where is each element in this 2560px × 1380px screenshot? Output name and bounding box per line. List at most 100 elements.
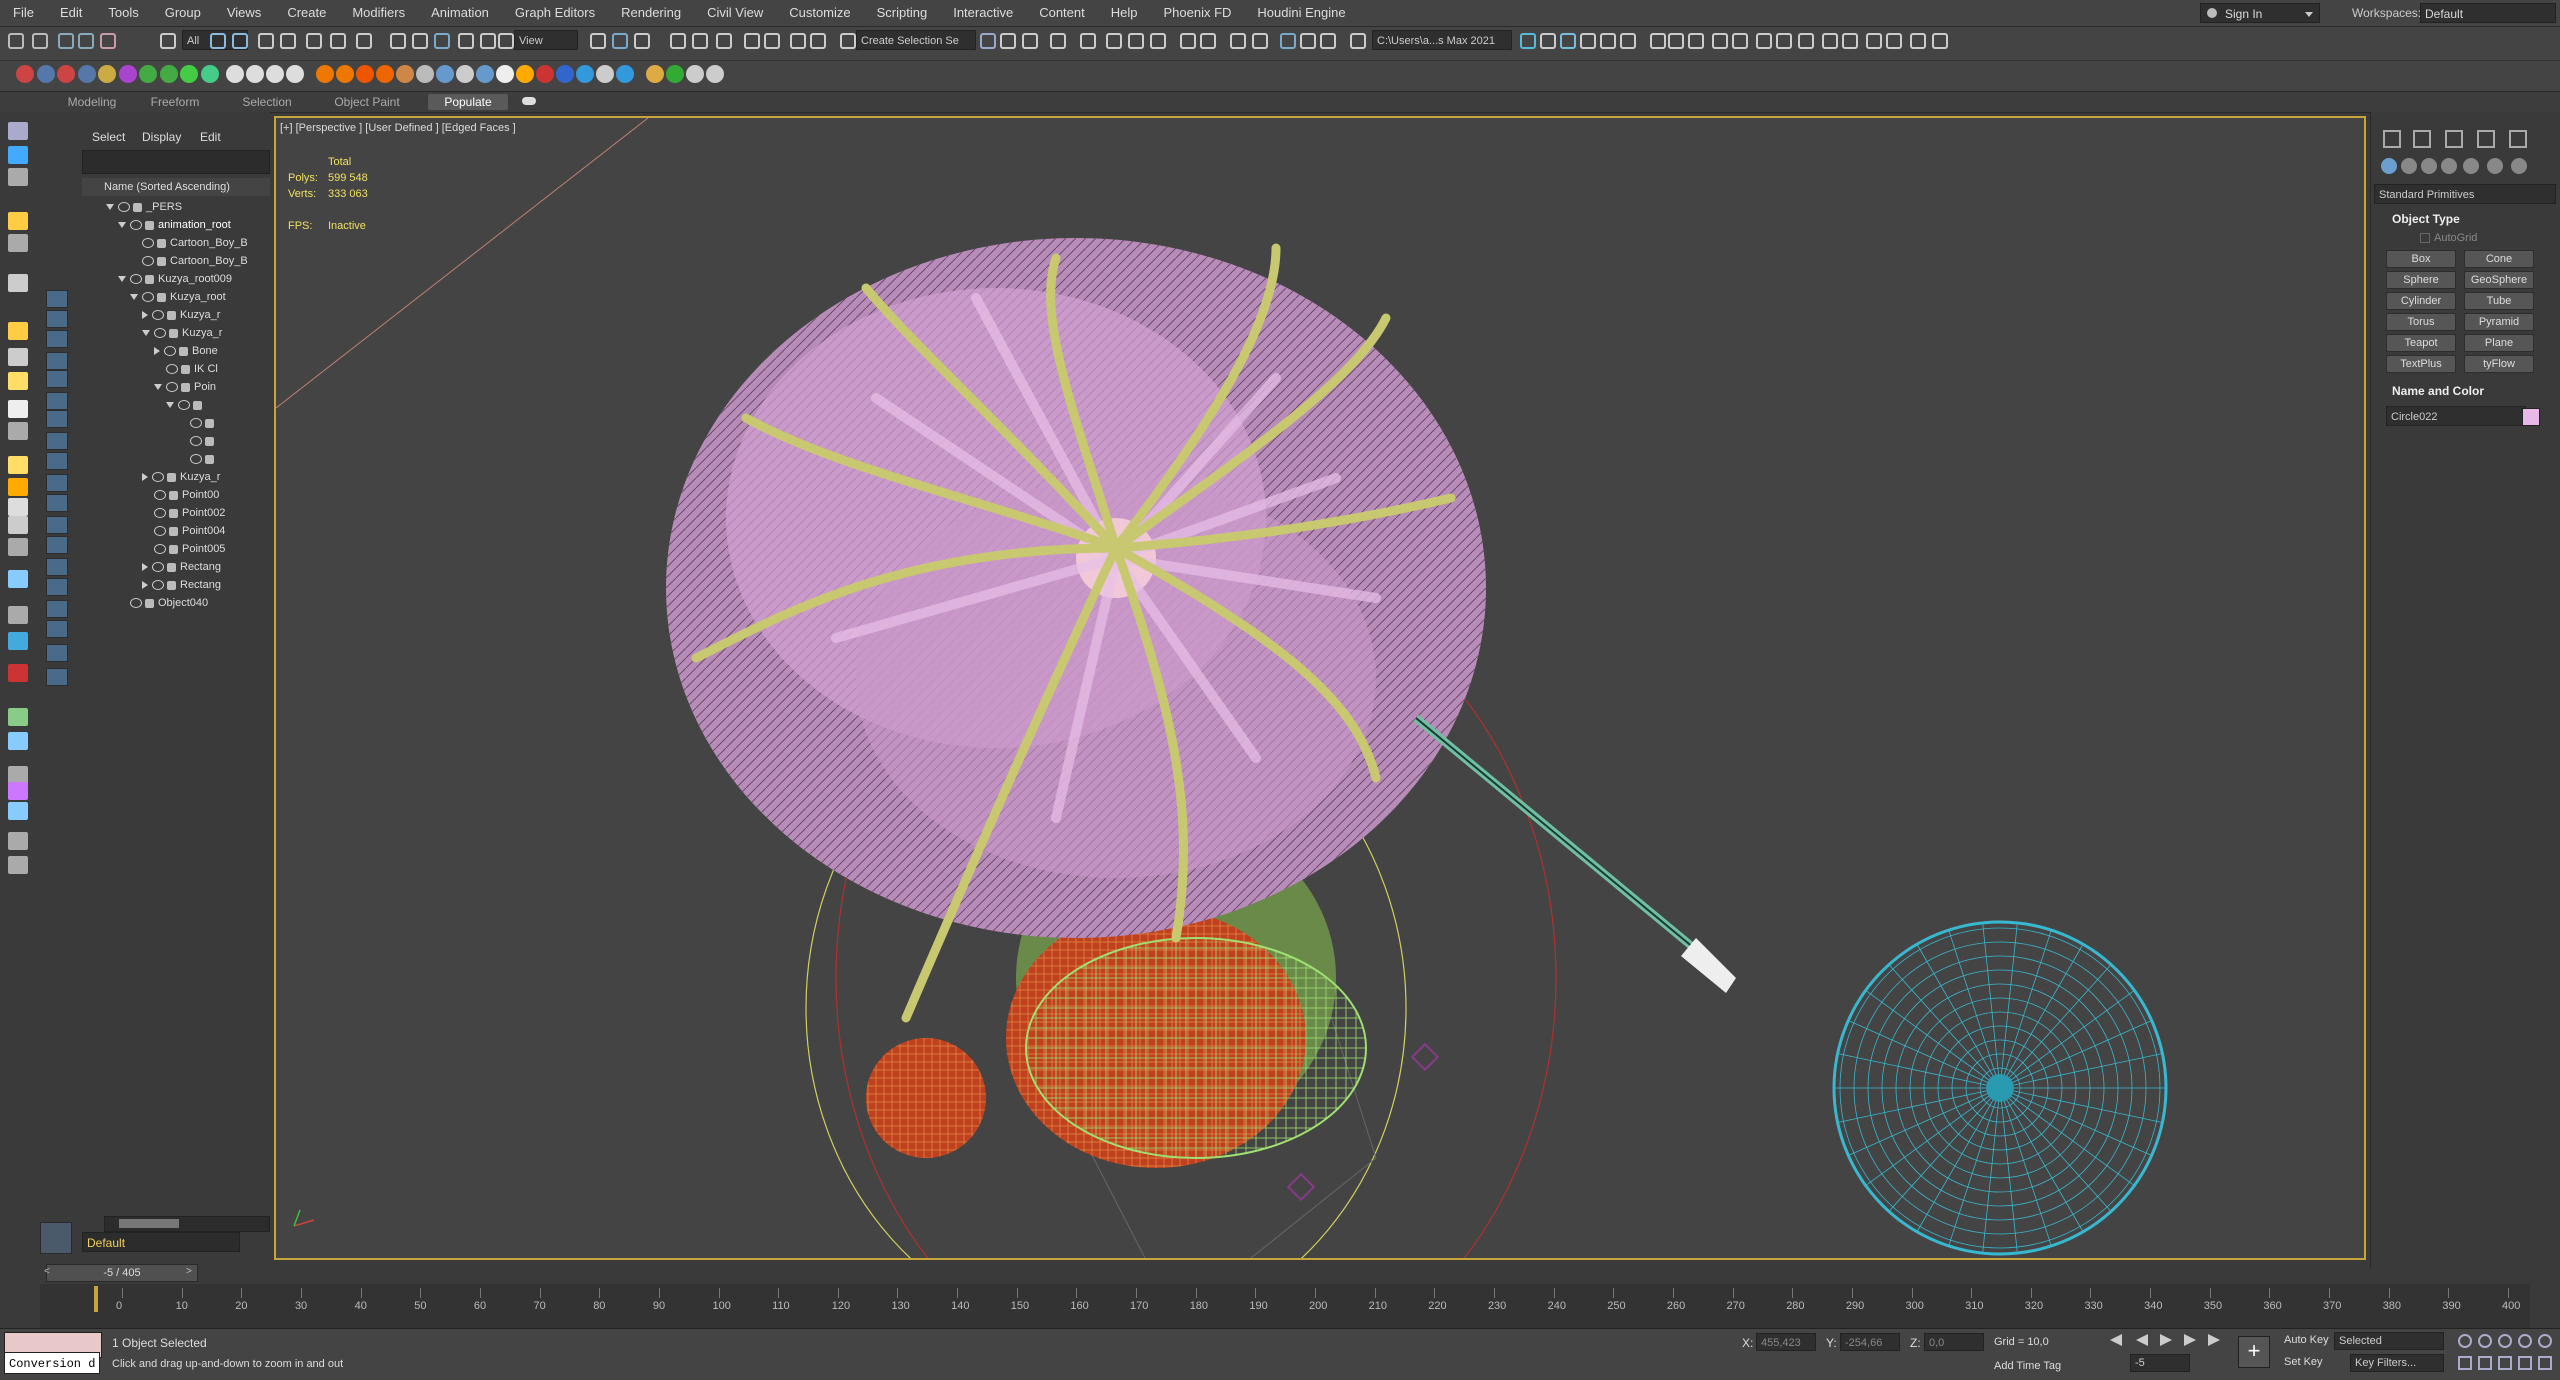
toolbar2-tool-icon[interactable] — [200, 65, 219, 83]
left-tool-icon[interactable] — [8, 538, 28, 556]
explorer-filter-icon[interactable] — [46, 578, 68, 596]
toolbar2-tool-icon[interactable] — [456, 65, 474, 83]
tree-row[interactable] — [178, 450, 218, 468]
maxscript-input[interactable]: Conversion d — [4, 1352, 100, 1374]
toolbar2-tool-icon[interactable] — [376, 65, 394, 83]
toolbar2-tool-icon[interactable] — [616, 65, 634, 83]
toolbar2-tool-icon[interactable] — [556, 65, 574, 83]
tree-row[interactable]: Kuzya_root — [130, 288, 226, 306]
sign-in-button[interactable]: Sign In — [2200, 3, 2320, 23]
explorer-filter-icon[interactable] — [46, 410, 68, 428]
toolbar-tool-icon[interactable] — [458, 33, 474, 49]
viewport-nav-icon[interactable] — [2538, 1356, 2552, 1370]
toolbar2-tool-icon[interactable] — [686, 65, 704, 83]
menu-views[interactable]: Views — [214, 0, 274, 26]
eye-icon[interactable] — [142, 238, 154, 249]
tree-row[interactable]: Bone — [154, 342, 218, 360]
create-tube-button[interactable]: Tube — [2464, 292, 2534, 310]
toolbar-tool-icon[interactable] — [1600, 33, 1616, 49]
toolbar-tool-icon[interactable] — [1798, 33, 1814, 49]
explorer-filter-icon[interactable] — [46, 474, 68, 492]
add-key-button[interactable]: + — [2238, 1336, 2270, 1368]
explorer-filter-icon[interactable] — [46, 536, 68, 554]
toolbar-tool-icon[interactable] — [1650, 33, 1666, 49]
viewport-nav-icon[interactable] — [2458, 1356, 2472, 1370]
explorer-filter-icon[interactable] — [46, 330, 68, 348]
tree-row[interactable] — [178, 432, 218, 450]
scene-scrollbar[interactable] — [104, 1216, 270, 1232]
toolbar-tool-icon[interactable] — [1886, 33, 1902, 49]
explorer-filter-icon[interactable] — [46, 600, 68, 618]
viewport-nav-icon[interactable] — [2518, 1356, 2532, 1370]
left-tool-icon[interactable] — [8, 274, 28, 292]
left-tool-icon[interactable] — [8, 606, 28, 624]
key-filters-button[interactable]: Key Filters... — [2350, 1354, 2444, 1372]
auto-key-button[interactable]: Auto Key — [2284, 1334, 2329, 1346]
expand-icon[interactable] — [118, 222, 126, 229]
toolbar-tool-icon[interactable] — [1540, 33, 1556, 49]
tree-row[interactable]: Object040 — [118, 594, 208, 612]
eye-icon[interactable] — [118, 202, 130, 213]
time-slider-prev[interactable]: < — [44, 1266, 52, 1278]
left-tool-icon[interactable] — [8, 732, 28, 750]
toolbar2-tool-icon[interactable] — [596, 65, 614, 83]
layer-icon[interactable] — [40, 1222, 72, 1254]
eye-icon[interactable] — [130, 274, 142, 285]
toolbar-tool-icon[interactable] — [1128, 33, 1144, 49]
create-torus-button[interactable]: Torus — [2386, 313, 2456, 331]
eye-icon[interactable] — [152, 472, 164, 483]
explorer-filter-icon[interactable] — [46, 668, 68, 686]
eye-icon[interactable] — [142, 292, 154, 303]
scene-menu-display[interactable]: Display — [142, 130, 181, 144]
toolbar2-tool-icon[interactable] — [36, 65, 55, 83]
eye-icon[interactable] — [152, 310, 164, 321]
left-tool-icon[interactable] — [8, 570, 28, 588]
eye-icon[interactable] — [154, 490, 166, 501]
tree-row[interactable] — [166, 396, 206, 414]
eye-icon[interactable] — [130, 598, 142, 609]
menu-content[interactable]: Content — [1026, 0, 1098, 26]
expand-icon[interactable] — [142, 330, 150, 337]
left-tool-icon[interactable] — [8, 516, 28, 534]
toolbar-tool-icon[interactable] — [1080, 33, 1096, 49]
toolbar2-tool-icon[interactable] — [180, 65, 198, 83]
toolbar2-tool-icon[interactable] — [576, 65, 594, 83]
create-geosphere-button[interactable]: GeoSphere — [2464, 271, 2534, 289]
eye-icon[interactable] — [154, 328, 166, 339]
tree-row[interactable]: Rectang — [142, 558, 221, 576]
toolbar-tool-icon[interactable] — [412, 33, 428, 49]
eye-icon[interactable] — [154, 544, 166, 555]
eye-icon[interactable] — [152, 580, 164, 591]
left-tool-icon[interactable] — [8, 234, 28, 252]
menu-tools[interactable]: Tools — [95, 0, 151, 26]
set-key-button[interactable]: Set Key — [2284, 1356, 2323, 1368]
time-slider-knob[interactable]: -5 / 405 — [46, 1264, 198, 1282]
toolbar2-tool-icon[interactable] — [516, 65, 534, 83]
scene-tree-header[interactable]: Name (Sorted Ascending) — [82, 178, 270, 196]
toolbar-tool-icon[interactable] — [390, 33, 406, 49]
menu-houdini-engine[interactable]: Houdini Engine — [1244, 0, 1358, 26]
menu-civil-view[interactable]: Civil View — [694, 0, 776, 26]
tree-row[interactable]: Kuzya_r — [142, 324, 222, 342]
left-tool-icon[interactable] — [8, 832, 28, 850]
toolbar-tool-icon[interactable] — [810, 33, 826, 49]
menu-customize[interactable]: Customize — [776, 0, 863, 26]
menu-file[interactable]: File — [0, 0, 47, 26]
tree-row[interactable]: Rectang — [142, 576, 221, 594]
viewport-nav-icon[interactable] — [2458, 1334, 2472, 1348]
explorer-filter-icon[interactable] — [46, 352, 68, 370]
autogrid-checkbox[interactable]: AutoGrid — [2420, 232, 2477, 244]
tree-row[interactable]: Poin — [154, 378, 216, 396]
toolbar-tool-icon[interactable] — [480, 33, 496, 49]
eye-icon[interactable] — [130, 220, 142, 231]
explorer-filter-icon[interactable] — [46, 452, 68, 470]
left-tool-icon[interactable] — [8, 400, 28, 418]
menu-interactive[interactable]: Interactive — [940, 0, 1026, 26]
tree-row[interactable] — [178, 414, 218, 432]
menu-create[interactable]: Create — [274, 0, 339, 26]
explorer-filter-icon[interactable] — [46, 432, 68, 450]
name-color-rollout[interactable]: Name and Color — [2392, 384, 2484, 398]
toolbar-tool-icon[interactable] — [1106, 33, 1122, 49]
current-frame-field[interactable]: -5 — [2130, 1354, 2190, 1372]
eye-icon[interactable] — [152, 562, 164, 573]
